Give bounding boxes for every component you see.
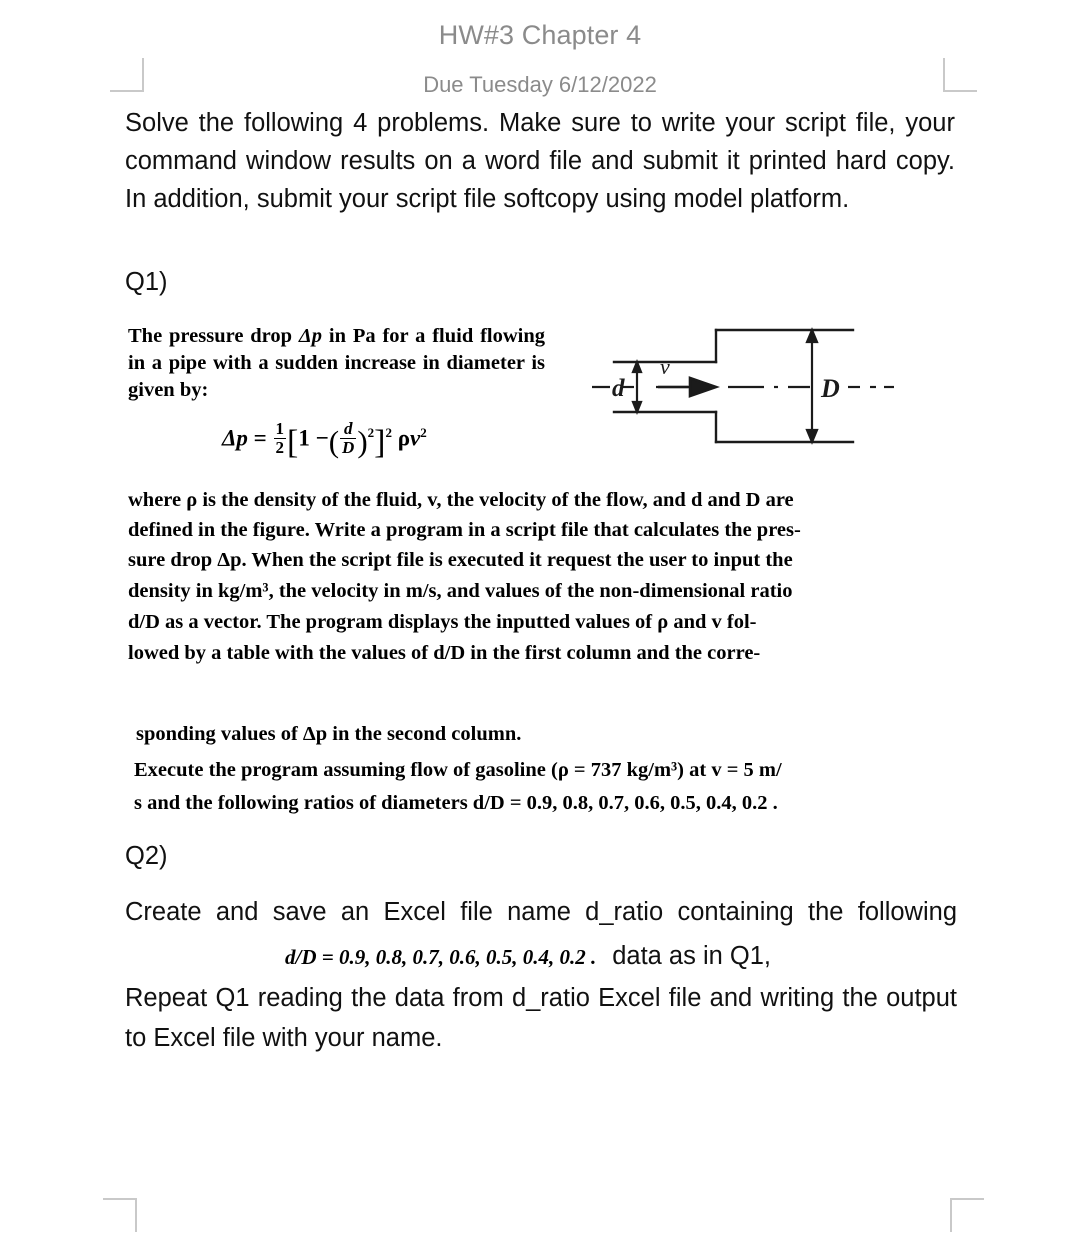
velocity-symbol: v	[410, 425, 421, 451]
question-1-label: Q1)	[125, 268, 168, 296]
q1-excerpt-intro: The pressure drop Δp in Pa for a fluid f…	[128, 323, 545, 404]
figure-label-d: d	[612, 375, 625, 402]
document-page: HW#3 Chapter 4 Due Tuesday 6/12/2022 Sol…	[0, 0, 1080, 1251]
q1-body-p3-line1: sponding values of Δp in the second colu…	[136, 723, 522, 745]
D-symbol: D	[342, 437, 355, 457]
page-subtitle: Due Tuesday 6/12/2022	[423, 72, 657, 97]
q1-body-p1-line3: sure drop Δp. When the script file is ex…	[128, 549, 793, 571]
delta-p-symbol: Δp	[298, 325, 323, 347]
q1-body-paragraph-2: density in kg/m³, the velocity in m/s, a…	[128, 576, 918, 669]
paren-close: )	[357, 423, 368, 459]
q2-paragraph-2: Repeat Q1 reading the data from d_ratio …	[125, 984, 957, 1052]
bracket-open: [	[287, 424, 299, 462]
q2-paragraph-1-line1: Create and save an Excel file name d_rat…	[125, 898, 957, 926]
q1-body-p2-line2: d/D as a vector. The program displays th…	[128, 611, 757, 633]
q2-paragraph-1: Create and save an Excel file name d_rat…	[125, 890, 957, 979]
equation-equals: =	[253, 425, 267, 451]
outer-exponent: 2	[385, 424, 392, 440]
question-2-label: Q2)	[125, 842, 168, 870]
velocity-exponent: 2	[420, 424, 427, 440]
q2-line2-suffix: data as in Q1,	[612, 942, 771, 970]
intro-paragraph: Solve the following 4 problems. Make sur…	[125, 109, 955, 213]
q1-body-paragraph-4: Execute the program assuming flow of gas…	[134, 754, 924, 820]
q1-body-p2-line1: density in kg/m³, the velocity in m/s, a…	[128, 580, 793, 602]
q1-body-p1-line2: defined in the figure. Write a program i…	[128, 519, 801, 541]
q1-body-p1-line1: where ρ is the density of the fluid, v, …	[128, 489, 794, 511]
equation-lhs: Δp	[222, 425, 248, 451]
one-half-fraction: 1 2	[273, 419, 287, 457]
q2-line2-continuation	[125, 934, 285, 978]
d-symbol: d	[340, 420, 357, 439]
equation-one: 1	[298, 425, 310, 451]
rho-symbol: ρ	[397, 425, 411, 451]
d-over-D-fraction: d D	[340, 420, 357, 457]
page-title: HW#3 Chapter 4	[438, 20, 642, 50]
pressure-drop-equation: Δp = 1 2 [1 −( d D )2]2 ρv2	[222, 420, 427, 462]
crop-mark-bottom-left	[103, 1198, 137, 1232]
pipe-expansion-figure: d D v	[588, 312, 898, 467]
crop-mark-bottom-right	[950, 1198, 984, 1232]
figure-label-v: v	[660, 354, 670, 379]
q2-ratio-formula: d/D = 0.9, 0.8, 0.7, 0.6, 0.5, 0.4, 0.2 …	[285, 945, 597, 969]
fraction-denominator: 2	[275, 437, 285, 457]
q1-body-p4-line1: Execute the program assuming flow of gas…	[134, 759, 782, 781]
figure-label-D: D	[820, 374, 840, 403]
q1-body-paragraph-3: sponding values of Δp in the second colu…	[136, 718, 926, 750]
equation-minus: −	[315, 425, 329, 451]
bracket-close: ]	[374, 424, 386, 462]
paren-open: (	[328, 423, 340, 459]
q1-excerpt-intro-text-a: The pressure drop	[128, 325, 299, 347]
q1-body-p4-line2: s and the following ratios of diameters …	[134, 792, 778, 814]
q1-body-paragraph-1: where ρ is the density of the fluid, v, …	[128, 485, 918, 575]
q1-body-p2-line3: lowed by a table with the values of d/D …	[128, 642, 761, 664]
fraction-numerator: 1	[273, 419, 287, 439]
